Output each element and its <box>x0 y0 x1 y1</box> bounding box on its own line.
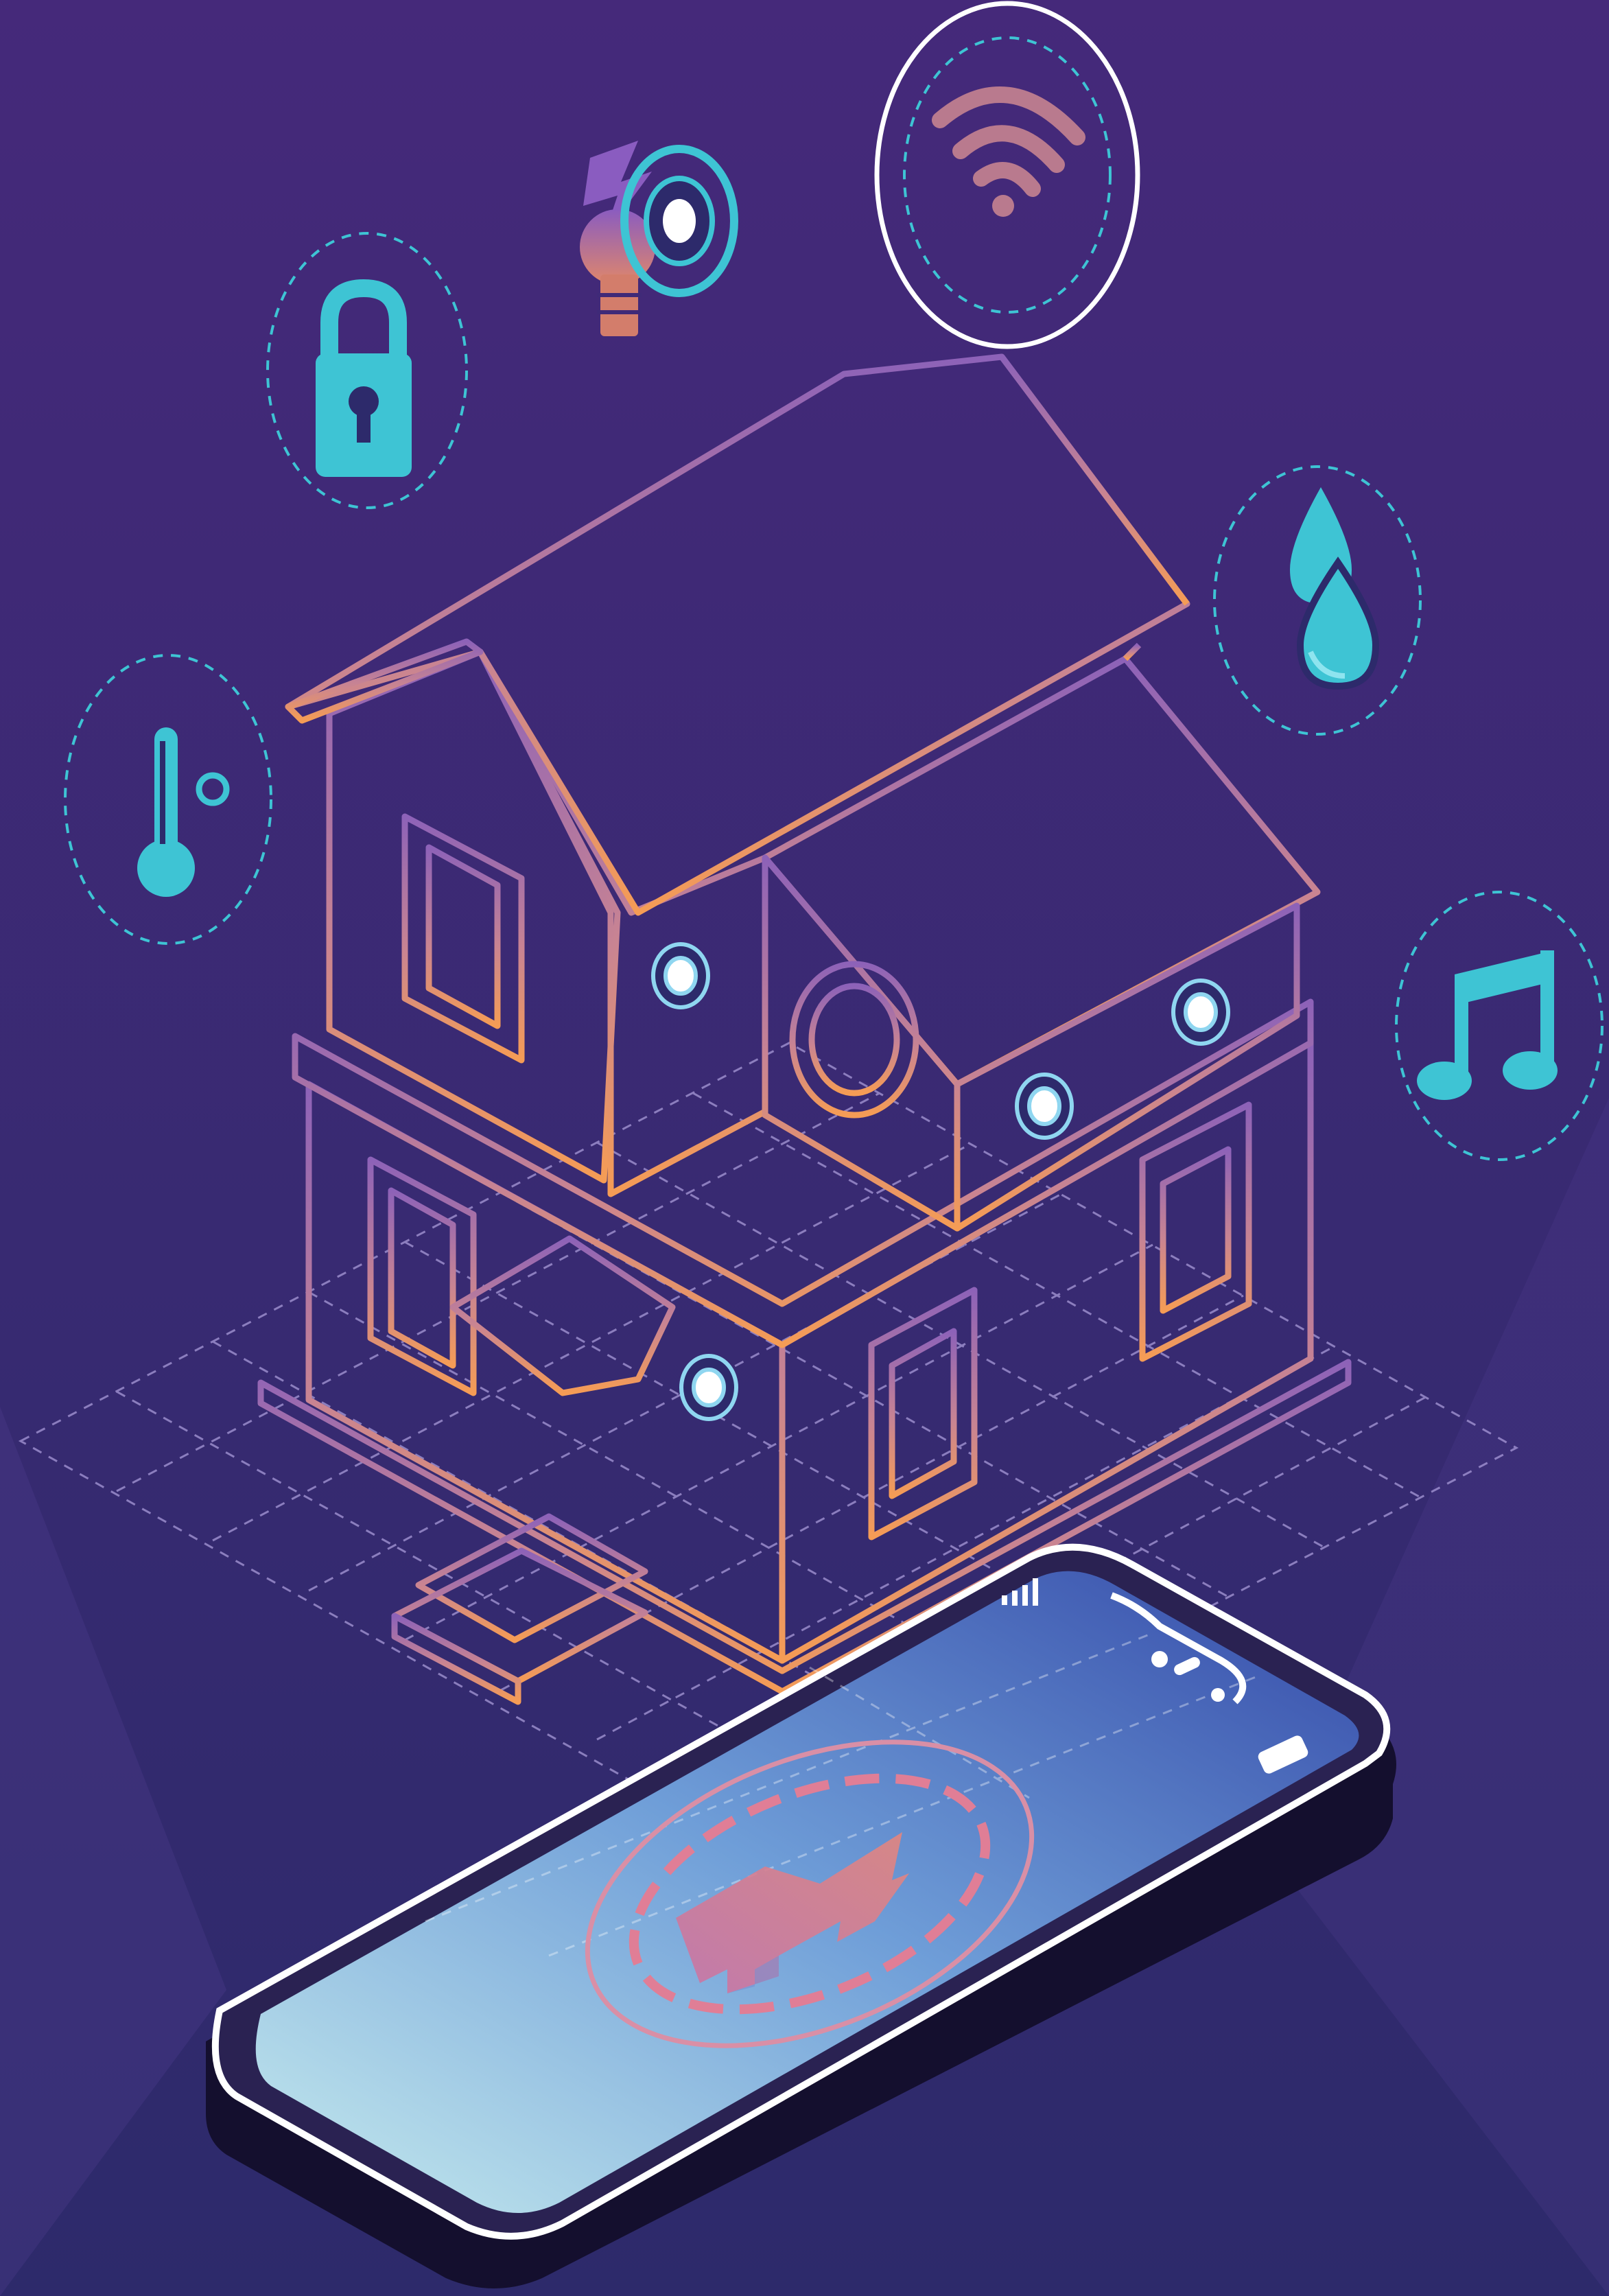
sensor-dot <box>1171 979 1230 1046</box>
sensor-dot <box>679 1354 738 1421</box>
sensor-dot <box>651 942 710 1009</box>
smart-home-scene <box>0 0 1609 2296</box>
sensor-dot <box>1015 1073 1074 1140</box>
